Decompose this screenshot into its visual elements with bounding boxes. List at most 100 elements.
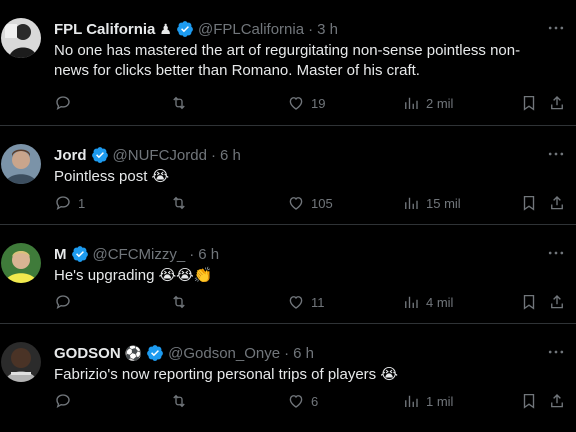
- share-icon: [551, 394, 563, 408]
- tweet[interactable]: FPL California ♟ @FPLCalifornia · 3 h No…: [0, 0, 576, 126]
- avatar[interactable]: [1, 18, 41, 58]
- tweet-actions: 6 1 mil: [54, 391, 566, 411]
- avatar[interactable]: [1, 144, 41, 184]
- retweet-button[interactable]: [170, 391, 194, 411]
- display-name[interactable]: Jord: [54, 147, 87, 164]
- verified-badge-icon: [91, 147, 108, 163]
- display-name[interactable]: FPL California: [54, 21, 155, 38]
- like-count: 105: [311, 195, 333, 211]
- share-icon: [551, 196, 563, 210]
- verified-badge-icon: [71, 246, 88, 262]
- tweet-text: He's upgrading 😭😭👏: [54, 267, 213, 284]
- timestamp[interactable]: 6 h: [198, 246, 219, 263]
- tweet-actions: 1 105 15 mil: [54, 193, 566, 213]
- tweet-header: Jord @NUFCJordd · 6 h: [54, 145, 536, 165]
- avatar[interactable]: [1, 342, 41, 382]
- views-chart-icon: [405, 97, 418, 109]
- share-button[interactable]: [548, 93, 566, 113]
- tweet[interactable]: M @CFCMizzy_ · 6 h He's upgrading 😭😭👏 11…: [0, 225, 576, 324]
- retweet-icon: [173, 295, 185, 309]
- user-handle[interactable]: @NUFCJordd: [113, 147, 207, 164]
- reply-icon: [56, 196, 70, 211]
- retweet-button[interactable]: [170, 292, 194, 312]
- retweet-icon: [173, 394, 185, 408]
- reply-button[interactable]: [54, 93, 78, 113]
- tweet[interactable]: GODSON ⚽ @Godson_Onye · 6 h Fabrizio's n…: [0, 324, 576, 423]
- more-dots-icon[interactable]: [546, 342, 566, 362]
- views-chart-icon: [405, 197, 418, 209]
- views-button[interactable]: 1 mil: [402, 391, 453, 411]
- display-name[interactable]: M: [54, 246, 67, 263]
- timeline-feed: FPL California ♟ @FPLCalifornia · 3 h No…: [0, 0, 576, 432]
- separator-dot: ·: [308, 20, 314, 38]
- reply-icon: [56, 295, 70, 310]
- reply-icon: [56, 394, 70, 409]
- bookmark-icon: [523, 195, 535, 211]
- separator-dot: ·: [189, 245, 195, 263]
- bookmark-icon: [523, 393, 535, 409]
- like-count: 19: [311, 95, 326, 111]
- views-chart-icon: [405, 395, 418, 407]
- heart-icon: [289, 296, 303, 309]
- tweet-header: GODSON ⚽ @Godson_Onye · 6 h: [54, 343, 536, 363]
- reply-icon: [56, 96, 70, 111]
- separator-dot: ·: [284, 344, 290, 362]
- views-count: 1 mil: [426, 393, 454, 409]
- views-count: 15 mil: [426, 195, 461, 211]
- more-dots-icon[interactable]: [546, 144, 566, 164]
- share-button[interactable]: [548, 193, 566, 213]
- tweet-text: No one has mastered the art of regurgita…: [54, 42, 521, 79]
- timestamp[interactable]: 6 h: [293, 345, 314, 362]
- views-button[interactable]: 15 mil: [402, 193, 461, 213]
- retweet-button[interactable]: [170, 93, 194, 113]
- like-count: 11: [311, 294, 325, 310]
- bookmark-icon: [523, 294, 535, 310]
- reply-button[interactable]: [54, 292, 78, 312]
- tweet[interactable]: Jord @NUFCJordd · 6 h Pointless post 😭 1: [0, 126, 576, 225]
- tweet-actions: 19 2 mil: [54, 93, 566, 113]
- bookmark-button[interactable]: [520, 93, 538, 113]
- timestamp[interactable]: 6 h: [220, 147, 241, 164]
- views-chart-icon: [405, 296, 418, 308]
- like-button[interactable]: 105: [287, 193, 333, 213]
- reply-button[interactable]: 1: [54, 193, 85, 213]
- display-name[interactable]: GODSON: [54, 345, 121, 362]
- name-badge: ⚽: [124, 345, 143, 361]
- user-handle[interactable]: @FPLCalifornia: [198, 21, 304, 38]
- reply-count: 1: [78, 195, 86, 211]
- share-icon: [551, 295, 563, 309]
- user-handle[interactable]: @Godson_Onye: [168, 345, 280, 362]
- timestamp[interactable]: 3 h: [317, 21, 338, 38]
- heart-icon: [289, 97, 303, 110]
- share-button[interactable]: [548, 391, 566, 411]
- more-dots-icon[interactable]: [546, 18, 566, 38]
- retweet-icon: [173, 96, 185, 110]
- verified-badge-icon: [177, 21, 193, 37]
- reply-button[interactable]: [54, 391, 78, 411]
- heart-icon: [289, 395, 303, 408]
- verified-badge-icon: [147, 345, 163, 361]
- like-count: 6: [311, 393, 319, 409]
- bookmark-button[interactable]: [520, 391, 538, 411]
- separator-dot: ·: [210, 146, 216, 164]
- bookmark-icon: [523, 95, 535, 111]
- views-button[interactable]: 2 mil: [402, 93, 453, 113]
- user-handle[interactable]: @CFCMizzy_: [93, 246, 186, 263]
- tweet-text: Fabrizio's now reporting personal trips …: [54, 366, 398, 383]
- views-count: 2 mil: [426, 95, 454, 111]
- share-icon: [551, 96, 563, 110]
- share-button[interactable]: [548, 292, 566, 312]
- avatar[interactable]: [1, 243, 41, 283]
- retweet-button[interactable]: [170, 193, 194, 213]
- bookmark-button[interactable]: [520, 193, 538, 213]
- heart-icon: [289, 197, 303, 210]
- like-button[interactable]: 6: [287, 391, 318, 411]
- bookmark-button[interactable]: [520, 292, 538, 312]
- like-button[interactable]: 11: [287, 292, 325, 312]
- tweet-actions: 11 4 mil: [54, 292, 566, 312]
- tweet-text: Pointless post 😭: [54, 168, 170, 185]
- like-button[interactable]: 19: [287, 93, 325, 113]
- views-button[interactable]: 4 mil: [402, 292, 453, 312]
- retweet-icon: [173, 196, 185, 210]
- more-dots-icon[interactable]: [546, 243, 566, 263]
